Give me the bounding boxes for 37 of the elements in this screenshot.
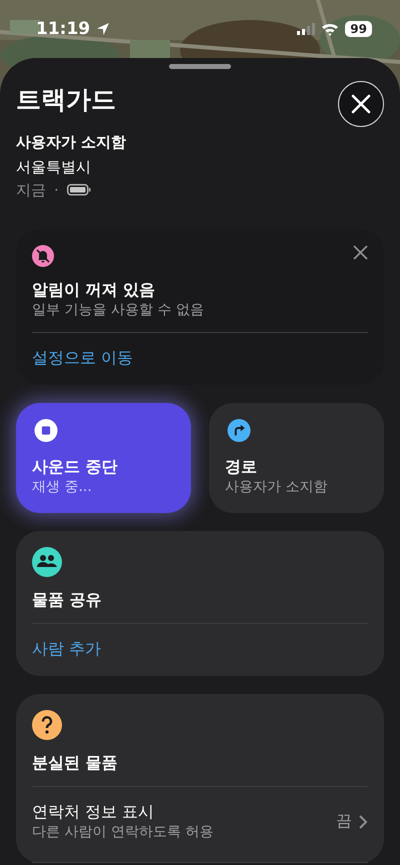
row-value: 끔 — [336, 811, 352, 832]
drag-handle[interactable] — [169, 64, 231, 69]
sharing-title: 물품 공유 — [32, 589, 103, 611]
alert-title: 알림이 꺼져 있음 — [32, 279, 156, 301]
battery-icon — [66, 184, 91, 196]
location-text: 서울특별시 — [16, 157, 92, 178]
tile-subtitle: 재생 중... — [32, 478, 92, 497]
settings-link[interactable]: 설정으로 이동 — [32, 347, 134, 369]
location-arrow-icon — [96, 22, 110, 36]
clock-time: 11:19 — [36, 19, 90, 39]
people-icon — [32, 547, 62, 577]
row-label: 연락처 정보 표시 — [32, 801, 156, 823]
contact-info-row[interactable]: 연락처 정보 표시 다른 사람이 연락하도록 허용 끔 — [32, 787, 368, 850]
chevron-right-icon — [358, 814, 368, 828]
muted-bell-icon — [32, 245, 54, 267]
close-button[interactable] — [338, 81, 384, 127]
signal-icon — [297, 23, 316, 35]
updated-time: 지금 — [16, 180, 46, 201]
dismiss-button[interactable] — [353, 245, 368, 260]
close-icon — [350, 93, 372, 115]
item-status: 사용자가 소지함 — [16, 132, 126, 153]
alert-subtitle: 일부 기능을 사용할 수 없음 — [32, 301, 205, 320]
close-icon — [353, 245, 368, 260]
tile-title: 사운드 중단 — [32, 456, 118, 478]
battery-level: 99 — [345, 21, 372, 37]
lost-title: 분실된 물품 — [32, 752, 119, 774]
add-person-link[interactable]: 사람 추가 — [32, 638, 102, 660]
wifi-icon — [321, 22, 340, 36]
item-title: 트랙가드 — [16, 84, 117, 116]
action-tile[interactable]: 경로 사용자가 소지함 — [209, 403, 384, 513]
action-tile[interactable]: 사운드 중단 재생 중... — [16, 403, 191, 513]
tile-subtitle: 사용자가 소지함 — [225, 478, 328, 497]
stop-icon — [32, 419, 60, 442]
separator-dot: · — [54, 180, 59, 201]
tile-title: 경로 — [225, 456, 257, 478]
row-detail: 다른 사람이 연락하도록 허용 — [32, 823, 214, 842]
question-mark-icon — [32, 710, 62, 740]
